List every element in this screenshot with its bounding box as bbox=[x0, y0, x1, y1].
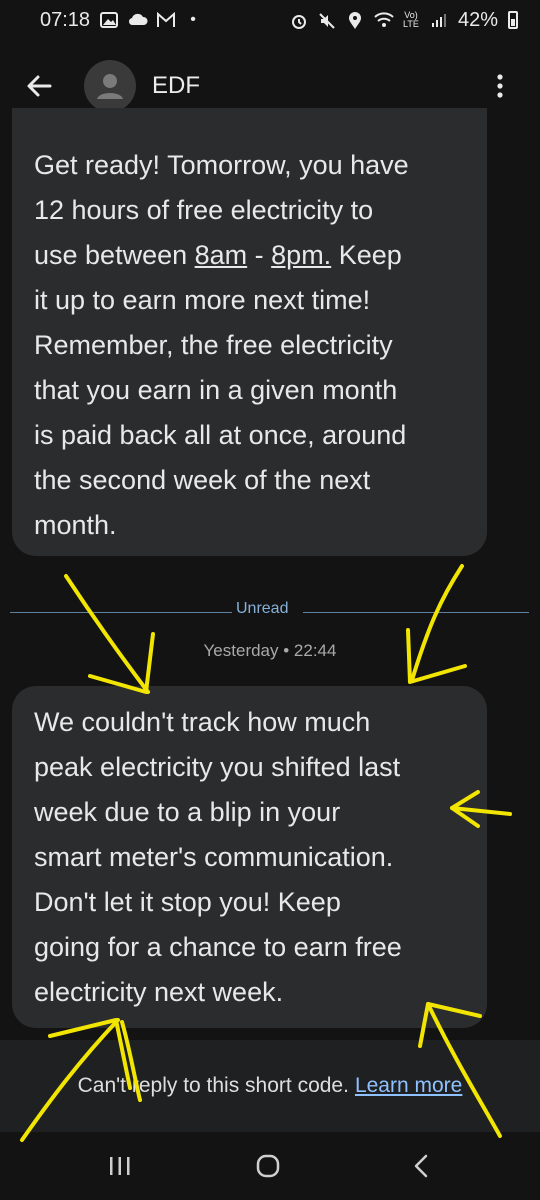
message-line: smart meter's communication. bbox=[34, 842, 394, 872]
learn-more-link[interactable]: Learn more bbox=[355, 1074, 462, 1098]
reply-disabled-footer: Can't reply to this short code. Learn mo… bbox=[0, 1040, 540, 1132]
system-nav-bar bbox=[0, 1132, 540, 1200]
volte-icon: Vo) LTE bbox=[403, 10, 419, 29]
back-arrow-icon[interactable] bbox=[22, 70, 58, 102]
message-line: We couldn't track how much bbox=[34, 707, 371, 737]
status-right: Vo) LTE 42% bbox=[290, 9, 518, 32]
mute-icon bbox=[318, 12, 336, 29]
back-icon[interactable] bbox=[402, 1150, 442, 1182]
message-text: use between bbox=[34, 240, 195, 270]
time-link-8am[interactable]: 8am bbox=[195, 240, 248, 270]
message-line: month. bbox=[34, 510, 117, 540]
message-line: going for a chance to earn free bbox=[34, 932, 402, 962]
message-line: it up to earn more next time! bbox=[34, 285, 371, 315]
dot-icon: • bbox=[190, 11, 196, 28]
signal-icon bbox=[430, 12, 448, 28]
battery-icon bbox=[508, 11, 518, 29]
message-text: Keep bbox=[331, 240, 402, 270]
gmail-icon bbox=[156, 11, 176, 28]
annotation-arrow bbox=[64, 574, 150, 694]
annotation-arrow bbox=[410, 564, 464, 682]
message-line: week due to a blip in your bbox=[34, 797, 341, 827]
wifi-icon bbox=[374, 12, 394, 28]
message-timestamp: Yesterday • 22:44 bbox=[203, 641, 337, 660]
message-line: use between 8am - 8pm. Keep bbox=[34, 233, 467, 278]
cloud-icon bbox=[128, 12, 148, 28]
divider-line bbox=[303, 612, 529, 613]
message-line: electricity next week. bbox=[34, 977, 284, 1007]
status-bar: 07:18 • Vo) LTE 42% bbox=[0, 0, 540, 40]
location-icon bbox=[346, 12, 364, 29]
message-line: 12 hours of free electricity to bbox=[34, 195, 374, 225]
time-link-8pm[interactable]: 8pm. bbox=[271, 240, 331, 270]
recent-apps-icon[interactable] bbox=[100, 1150, 140, 1182]
status-time: 07:18 bbox=[40, 8, 91, 31]
image-icon bbox=[100, 12, 119, 28]
message-line: Remember, the free electricity bbox=[34, 330, 393, 360]
message-line: is paid back all at once, around bbox=[34, 420, 407, 450]
alarm-icon bbox=[290, 12, 308, 29]
reply-disabled-text: Can't reply to this short code. bbox=[77, 1074, 349, 1097]
message-bubble[interactable]: We couldn't track how much peak electric… bbox=[12, 686, 487, 1028]
more-vert-icon[interactable] bbox=[490, 70, 510, 102]
home-icon[interactable] bbox=[248, 1150, 288, 1182]
message-line: peak electricity you shifted last bbox=[34, 752, 401, 782]
message-bubble[interactable]: Get ready! Tomorrow, you have 12 hours o… bbox=[12, 108, 487, 556]
message-line: Don't let it stop you! Keep bbox=[34, 887, 341, 917]
message-text: - bbox=[247, 240, 272, 270]
message-line: that you earn in a given month bbox=[34, 375, 398, 405]
message-line: Get ready! Tomorrow, you have bbox=[34, 150, 409, 180]
message-line: the second week of the next bbox=[34, 465, 371, 495]
status-left: 07:18 • bbox=[40, 9, 202, 32]
person-avatar-icon[interactable] bbox=[84, 60, 136, 112]
battery-percent: 42% bbox=[457, 8, 498, 31]
divider-line bbox=[10, 612, 232, 613]
contact-name[interactable]: EDF bbox=[152, 72, 200, 100]
unread-label: Unread bbox=[232, 600, 293, 618]
